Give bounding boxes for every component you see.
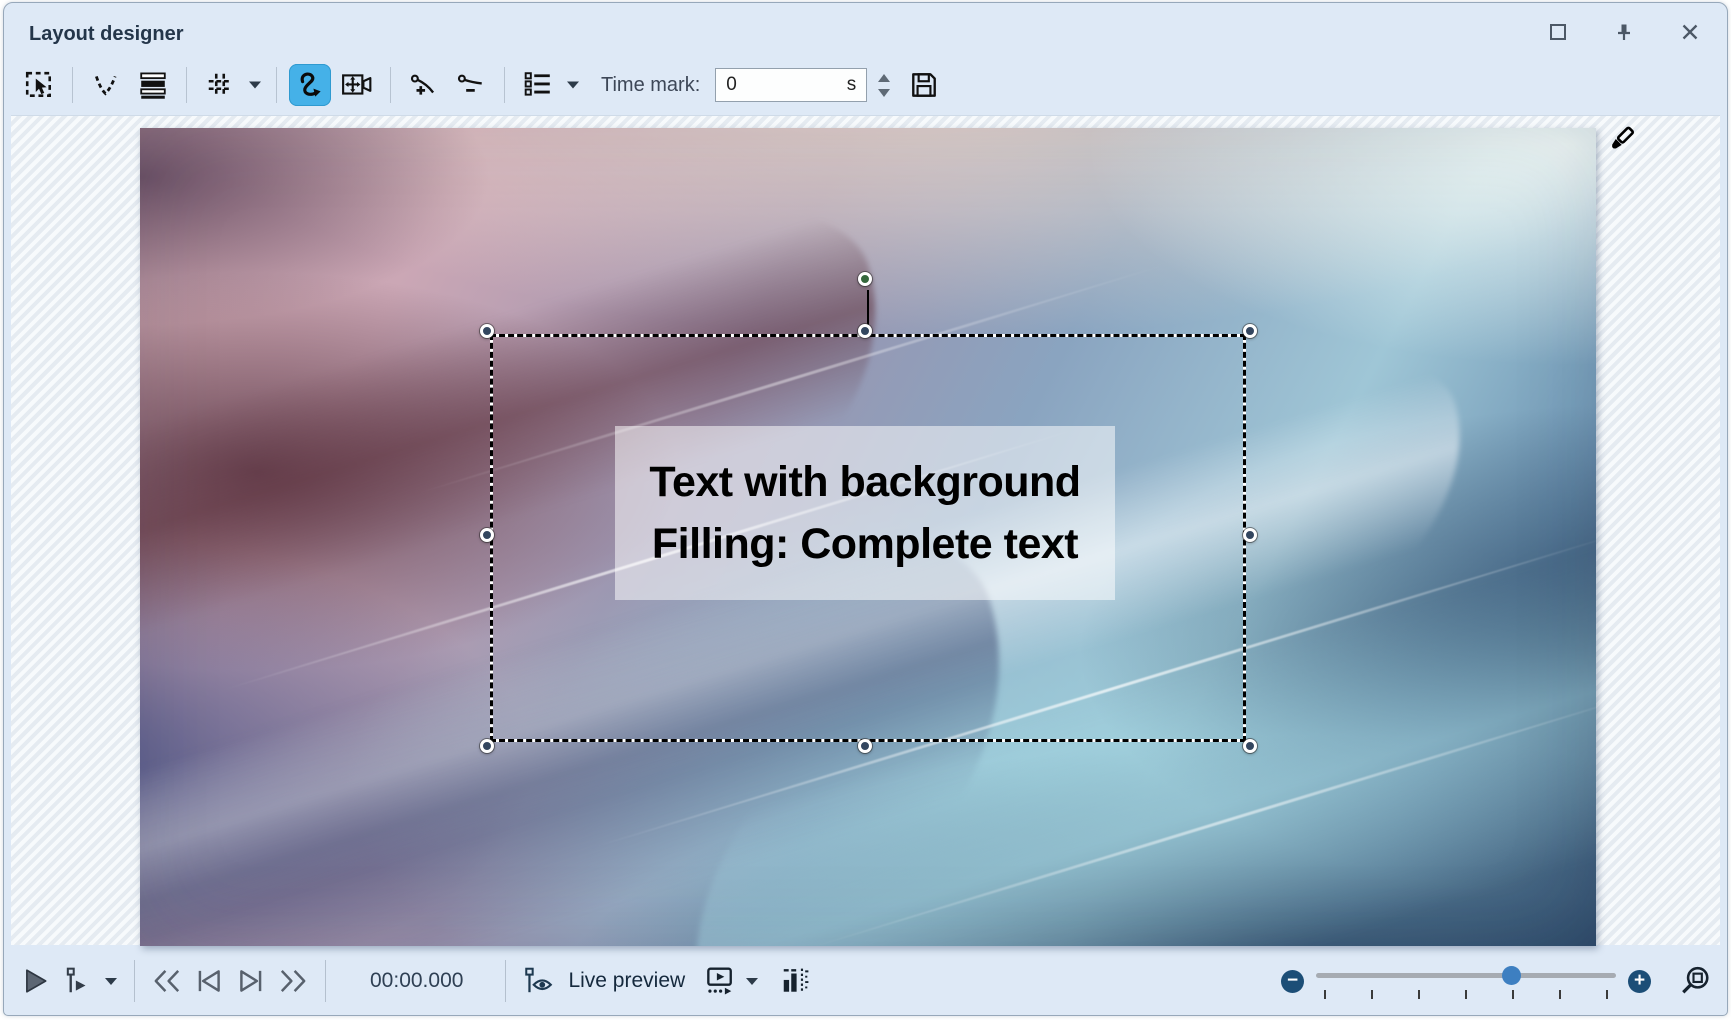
node-check-tool-icon bbox=[91, 70, 121, 100]
toolbar-separator bbox=[72, 67, 73, 103]
time-mark-input[interactable] bbox=[726, 74, 847, 96]
layers-bars-button[interactable] bbox=[132, 64, 174, 106]
zoom-out-button[interactable]: − bbox=[1281, 970, 1304, 993]
resize-handle-bottom-left[interactable] bbox=[480, 739, 494, 753]
step-back-icon bbox=[193, 966, 225, 996]
maximize-icon bbox=[1548, 22, 1568, 42]
preview-options-caret[interactable] bbox=[745, 976, 759, 987]
spinner-up-button[interactable] bbox=[878, 74, 890, 82]
canvas-area: Text with background Filling: Complete t… bbox=[11, 115, 1720, 945]
transport-bar: 00:00.000 Live preview bbox=[18, 947, 1713, 1015]
camera-pan-icon bbox=[341, 69, 373, 101]
spinner-down-button[interactable] bbox=[878, 89, 890, 97]
zoom-slider-track[interactable] bbox=[1316, 973, 1616, 978]
draw-curve-icon bbox=[294, 69, 326, 101]
step-forward-icon bbox=[235, 966, 267, 996]
zoom-slider-ticks bbox=[1324, 990, 1608, 999]
resize-handle-top-right[interactable] bbox=[1243, 324, 1257, 338]
play-options-caret[interactable] bbox=[104, 976, 118, 987]
object-levels-button[interactable] bbox=[777, 959, 813, 1003]
maximize-button[interactable] bbox=[1547, 21, 1569, 43]
resize-handle-bottom-right[interactable] bbox=[1243, 739, 1257, 753]
live-preview-label: Live preview bbox=[568, 969, 685, 993]
resize-handle-middle-right[interactable] bbox=[1243, 528, 1257, 542]
layout-designer-window: Layout designer bbox=[3, 2, 1728, 1016]
design-stage[interactable]: Text with background Filling: Complete t… bbox=[140, 128, 1596, 946]
pin-icon bbox=[1614, 22, 1634, 42]
object-levels-icon bbox=[780, 966, 810, 996]
resize-handle-top-left[interactable] bbox=[480, 324, 494, 338]
curve-remove-point-button[interactable] bbox=[450, 64, 492, 106]
play-button[interactable] bbox=[18, 959, 54, 1003]
track-list-caret[interactable] bbox=[566, 80, 580, 91]
skip-end-button[interactable] bbox=[275, 959, 311, 1003]
transport-separator bbox=[134, 960, 135, 1002]
transport-separator bbox=[325, 960, 326, 1002]
pin-button[interactable] bbox=[1613, 21, 1635, 43]
preview-window-icon bbox=[703, 966, 735, 996]
time-mark-label: Time mark: bbox=[601, 74, 700, 97]
save-floppy-icon bbox=[909, 70, 939, 100]
toolbar-separator bbox=[390, 67, 391, 103]
layers-bars-icon bbox=[138, 70, 168, 100]
select-tool-icon bbox=[24, 70, 54, 100]
curve-remove-point-icon bbox=[456, 70, 486, 100]
zoom-fit-button[interactable] bbox=[1677, 959, 1713, 1003]
skip-start-icon bbox=[151, 966, 183, 996]
select-tool-button[interactable] bbox=[18, 64, 60, 106]
time-mark-inputbox: s bbox=[715, 68, 867, 102]
selection-border-dashes bbox=[490, 334, 1246, 742]
curve-add-point-icon bbox=[409, 70, 439, 100]
resize-handle-bottom-center[interactable] bbox=[858, 739, 872, 753]
zoom-in-button[interactable]: + bbox=[1628, 970, 1651, 993]
zoom-slider-thumb[interactable] bbox=[1502, 966, 1521, 985]
zoom-fit-icon bbox=[1679, 965, 1711, 997]
close-icon bbox=[1680, 22, 1700, 42]
draw-curve-tool-button[interactable] bbox=[289, 64, 331, 106]
rotation-handle[interactable] bbox=[858, 272, 872, 286]
zoom-cluster: − + bbox=[1281, 959, 1713, 1003]
play-from-mark-button[interactable] bbox=[60, 959, 96, 1003]
toolbar-separator bbox=[186, 67, 187, 103]
play-icon bbox=[21, 966, 51, 996]
resize-handle-top-center[interactable] bbox=[858, 324, 872, 338]
toolbar-separator bbox=[276, 67, 277, 103]
skip-end-icon bbox=[277, 966, 309, 996]
toolbar-separator bbox=[504, 67, 505, 103]
grid-toggle-button[interactable] bbox=[199, 64, 241, 106]
grid-icon bbox=[205, 70, 235, 100]
curve-add-point-button[interactable] bbox=[403, 64, 445, 106]
toolbar: Time mark: s bbox=[18, 57, 1717, 113]
resize-handle-middle-left[interactable] bbox=[480, 528, 494, 542]
time-mark-spinner bbox=[878, 74, 890, 97]
time-display: 00:00.000 bbox=[370, 969, 463, 993]
window-title: Layout designer bbox=[29, 23, 183, 46]
step-back-button[interactable] bbox=[191, 959, 227, 1003]
track-list-button[interactable] bbox=[517, 64, 559, 106]
transport-separator bbox=[505, 960, 506, 1002]
live-preview-button[interactable] bbox=[520, 959, 556, 1003]
play-from-mark-icon bbox=[63, 966, 93, 996]
live-preview-eye-icon bbox=[522, 966, 554, 996]
time-mark-unit: s bbox=[847, 74, 857, 96]
grid-options-caret[interactable] bbox=[248, 80, 262, 91]
save-button[interactable] bbox=[903, 64, 945, 106]
brush-cursor-icon bbox=[1601, 124, 1639, 162]
selection-rectangle[interactable] bbox=[490, 334, 1246, 742]
close-button[interactable] bbox=[1679, 21, 1701, 43]
node-check-tool-button[interactable] bbox=[85, 64, 127, 106]
preview-window-button[interactable] bbox=[701, 959, 737, 1003]
titlebar: Layout designer bbox=[4, 3, 1727, 55]
zoom-slider[interactable] bbox=[1316, 964, 1616, 998]
camera-pan-tool-button[interactable] bbox=[336, 64, 378, 106]
skip-start-button[interactable] bbox=[149, 959, 185, 1003]
track-list-icon bbox=[523, 70, 553, 100]
step-forward-button[interactable] bbox=[233, 959, 269, 1003]
